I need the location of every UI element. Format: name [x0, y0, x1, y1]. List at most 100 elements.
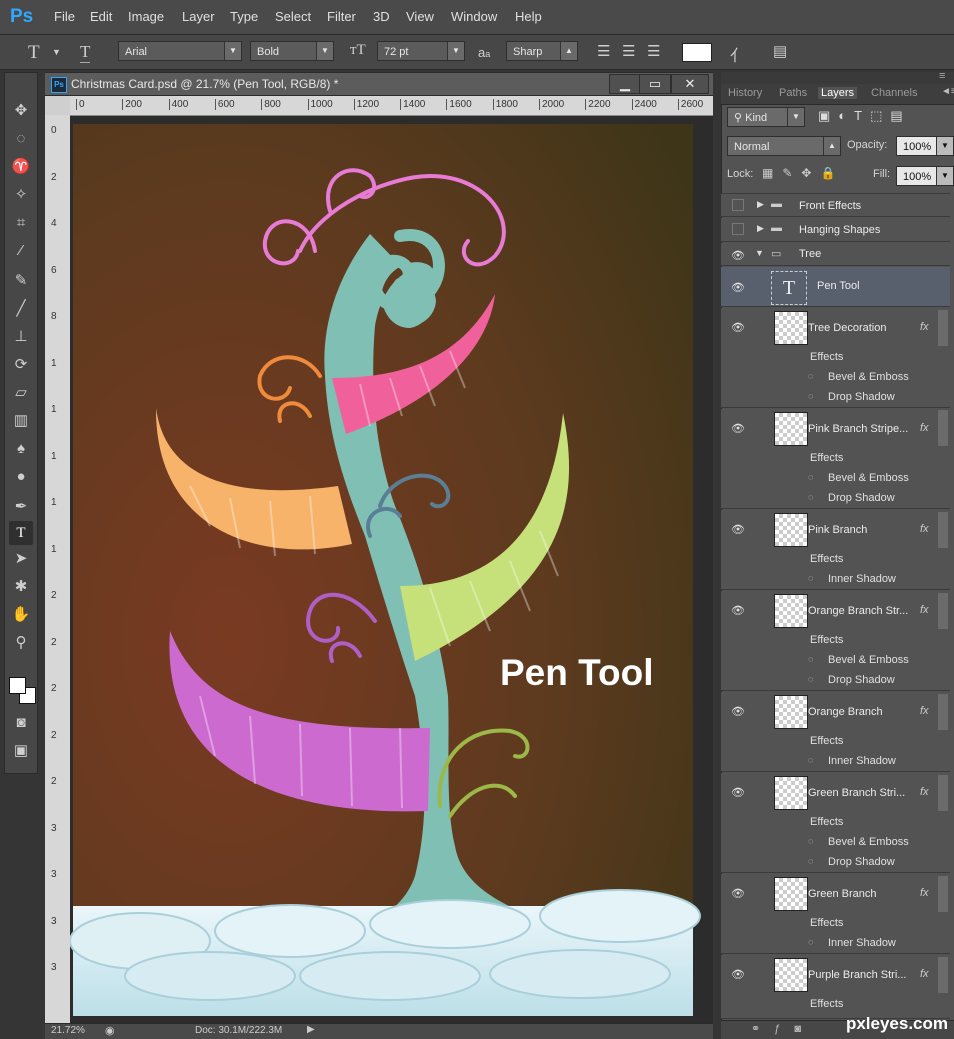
font-style-select[interactable]: Bold ▼	[250, 41, 334, 61]
character-panel-icon[interactable]: ▤	[773, 42, 787, 60]
layer-scroll-handle[interactable]	[938, 775, 948, 811]
layer-row-selected[interactable]: 👁 T Pen Tool	[721, 267, 950, 307]
tab-paths[interactable]: Paths	[779, 87, 807, 99]
dodge-tool-icon[interactable]: ●	[9, 465, 33, 489]
font-size-select[interactable]: 72 pt ▼	[377, 41, 465, 61]
eye-icon[interactable]: ◌	[808, 856, 813, 866]
gradient-tool-icon[interactable]: ▥	[9, 409, 33, 433]
tabs-menu-icon[interactable]: ◄≡	[941, 86, 954, 97]
magic-wand-icon[interactable]: ✧	[9, 183, 33, 207]
eye-icon[interactable]: 👁	[731, 786, 745, 799]
blur-tool-icon[interactable]: ♠	[9, 437, 33, 461]
layer-row[interactable]: 👁 Green Branch fx Effects ◌ Inner Shadow	[721, 874, 950, 954]
layer-row[interactable]: 👁 Tree Decoration fx Effects ◌ Bevel & E…	[721, 308, 950, 408]
layer-group[interactable]: ▶ ▬ Hanging Shapes	[721, 218, 950, 242]
shape-tool-icon[interactable]: ✱	[9, 575, 33, 599]
hand-tool-icon[interactable]: ✋	[9, 603, 33, 627]
eye-icon[interactable]: 👁	[731, 523, 745, 536]
fill-input[interactable]: 100% ▼	[896, 166, 954, 186]
menu-type[interactable]: Type	[230, 9, 258, 24]
eye-icon[interactable]: ◌	[808, 836, 813, 846]
quick-mask-icon[interactable]: ◙	[9, 711, 33, 735]
warp-text-icon[interactable]: ⺅	[730, 42, 746, 66]
eye-icon[interactable]: 👁	[731, 321, 745, 334]
layer-scroll-handle[interactable]	[938, 593, 948, 629]
layer-scroll-handle[interactable]	[938, 957, 948, 993]
menu-file[interactable]: File	[54, 9, 75, 24]
lock-icons[interactable]: ▦✎✥🔒	[762, 166, 844, 180]
layer-scroll-handle[interactable]	[938, 512, 948, 548]
eye-icon[interactable]: 👁	[731, 281, 745, 294]
history-brush-icon[interactable]: ⟳	[9, 353, 33, 377]
antialias-select[interactable]: Sharp ▲	[506, 41, 578, 61]
fx-icon[interactable]: fx	[920, 968, 929, 980]
healing-brush-icon[interactable]: ✎	[9, 269, 33, 293]
eye-icon[interactable]: ◌	[808, 674, 813, 684]
artwork-canvas[interactable]	[70, 116, 713, 1023]
fx-icon[interactable]: fx	[920, 887, 929, 899]
document-title-bar[interactable]: Ps Christmas Card.psd @ 21.7% (Pen Tool,…	[45, 73, 713, 96]
pen-tool-icon[interactable]: ✒	[9, 495, 33, 519]
menu-filter[interactable]: Filter	[327, 9, 356, 24]
fx-icon[interactable]: fx	[920, 422, 929, 434]
font-family-select[interactable]: Arial ▼	[118, 41, 242, 61]
fx-icon[interactable]: fx	[920, 523, 929, 535]
opacity-input[interactable]: 100% ▼	[896, 136, 954, 156]
footer-icons[interactable]: ⚭ƒ◙	[751, 1022, 815, 1035]
eye-icon[interactable]: ◌	[808, 371, 813, 381]
expand-arrow-icon[interactable]: ▶	[757, 199, 764, 210]
eye-icon[interactable]: ◌	[808, 472, 813, 482]
layer-scroll-handle[interactable]	[938, 876, 948, 912]
screen-mode-icon[interactable]: ▣	[9, 739, 33, 763]
menu-layer[interactable]: Layer	[182, 9, 215, 24]
ruler-origin[interactable]	[45, 96, 70, 115]
horizontal-ruler[interactable]: 0 200 400 600 800 1000 1200 1400 1600 1800 2000 220…	[70, 96, 713, 116]
type-tool-icon[interactable]: T	[28, 42, 40, 64]
menu-help[interactable]: Help	[515, 9, 542, 24]
visibility-off-box[interactable]	[732, 223, 744, 235]
type-tool-icon[interactable]: T	[9, 521, 33, 545]
menu-select[interactable]: Select	[275, 9, 311, 24]
layer-scroll-handle[interactable]	[938, 310, 948, 346]
canvas-area[interactable]: Pen Tool	[70, 116, 713, 1023]
text-color-swatch[interactable]	[682, 43, 712, 62]
close-button[interactable]: ✕	[671, 74, 709, 94]
fx-icon[interactable]: fx	[920, 786, 929, 798]
canvas-text-layer[interactable]: Pen Tool	[500, 652, 653, 694]
align-center-icon[interactable]: ☰	[622, 42, 635, 60]
brush-tool-icon[interactable]: ╱	[9, 297, 33, 321]
eye-icon[interactable]: 👁	[731, 968, 745, 981]
orientation-toggle-icon[interactable]: T	[80, 42, 91, 63]
eye-icon[interactable]: ◌	[808, 492, 813, 502]
blend-mode-select[interactable]: Normal ▲	[727, 136, 841, 156]
restore-button[interactable]: ▭	[639, 74, 671, 94]
visibility-off-box[interactable]	[732, 199, 744, 211]
path-selection-icon[interactable]: ➤	[9, 547, 33, 571]
panel-menu-icon[interactable]: ≡	[939, 70, 945, 82]
eye-icon[interactable]: 👁	[731, 422, 745, 435]
tool-preset-dropdown-icon[interactable]: ▼	[52, 47, 61, 57]
layer-group[interactable]: 👁 ▼ ▭ Tree	[721, 243, 950, 266]
layer-row[interactable]: 👁 Purple Branch Stri... fx Effects	[721, 955, 950, 1019]
eye-icon[interactable]: ◌	[808, 937, 813, 947]
layer-scroll-handle[interactable]	[938, 694, 948, 730]
marquee-tool-icon[interactable]: ◌	[9, 127, 33, 151]
eye-icon[interactable]: ◌	[808, 654, 813, 664]
layer-group[interactable]: ▶ ▬ Front Effects	[721, 193, 950, 217]
tab-layers[interactable]: Layers	[818, 87, 858, 99]
menu-image[interactable]: Image	[128, 9, 164, 24]
menu-3d[interactable]: 3D	[373, 9, 390, 24]
filter-icons[interactable]: ▣◐T⬚▤	[818, 108, 911, 124]
eraser-tool-icon[interactable]: ▱	[9, 381, 33, 405]
status-menu-icon[interactable]: ◉	[105, 1024, 115, 1037]
eye-icon[interactable]: 👁	[731, 705, 745, 718]
layer-row[interactable]: 👁 Pink Branch Stripe... fx Effects ◌ Bev…	[721, 409, 950, 509]
zoom-level[interactable]: 21.72%	[51, 1025, 85, 1036]
eye-icon[interactable]: ◌	[808, 391, 813, 401]
expand-arrow-icon[interactable]: ▶	[757, 223, 764, 234]
collapse-arrow-icon[interactable]: ▼	[755, 248, 764, 258]
lasso-tool-icon[interactable]: ♈	[9, 155, 33, 179]
eyedropper-icon[interactable]: ⁄	[9, 239, 33, 263]
fx-icon[interactable]: fx	[920, 604, 929, 616]
vertical-ruler[interactable]: 0 2 4 6 8 1 1 1 1 1 2 2 2 2 2 3 3 3 3	[45, 115, 71, 1023]
